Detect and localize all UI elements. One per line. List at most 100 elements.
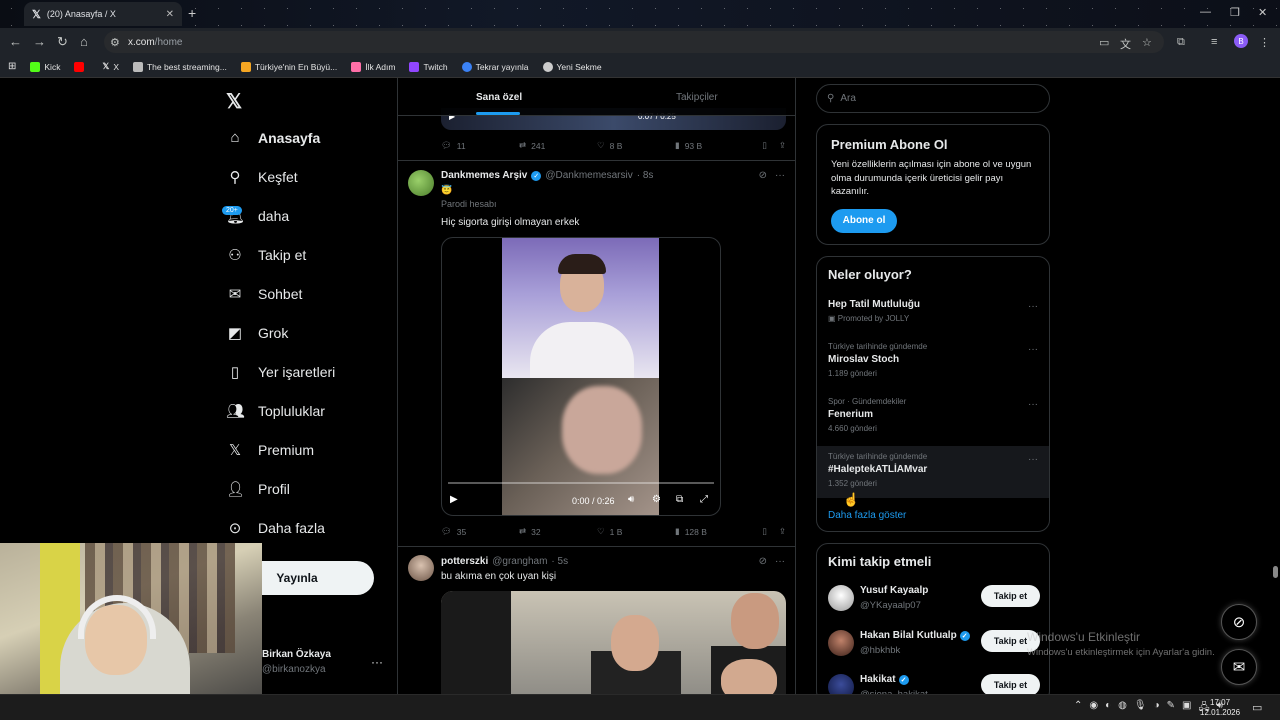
- notification-center-icon[interactable]: ▭: [1252, 701, 1262, 714]
- maximize-icon[interactable]: ❐: [1230, 6, 1240, 19]
- show-more-link[interactable]: Daha fazla göster: [828, 510, 906, 521]
- install-app-icon[interactable]: ▭: [1099, 36, 1109, 49]
- minimize-icon[interactable]: —: [1200, 6, 1211, 18]
- bookmark-icon[interactable]: ▯: [762, 140, 767, 151]
- apps-grid-icon[interactable]: ⊞: [8, 61, 16, 72]
- search-input[interactable]: ⚲ Ara: [816, 84, 1050, 113]
- nav-item-premium[interactable]: 𝕏 Premium: [226, 441, 314, 459]
- bookmark-item[interactable]: Kick: [30, 61, 60, 72]
- more-icon[interactable]: ···: [775, 170, 785, 181]
- account-switcher[interactable]: Birkan Özkaya @birkanozkya: [262, 649, 331, 675]
- like-button[interactable]: ♡ 1 B: [597, 526, 675, 537]
- like-button[interactable]: ♡ 8 B: [597, 140, 675, 151]
- tray-app-icon[interactable]: ◍: [1118, 700, 1127, 717]
- tweet-handle[interactable]: @Dankmemesarsiv: [545, 170, 632, 181]
- bookmark-item[interactable]: Twitch: [409, 61, 448, 72]
- bookmark-item[interactable]: İlk Adım: [351, 61, 395, 72]
- nav-item-bookmarks[interactable]: ▯ Yer işaretleri: [226, 363, 335, 381]
- forward-icon[interactable]: →: [33, 34, 46, 49]
- new-tab-icon[interactable]: +: [188, 5, 196, 21]
- home-button-icon[interactable]: ⌂: [80, 34, 88, 49]
- views-button[interactable]: ▮ 128 B: [675, 526, 757, 537]
- window-close-icon[interactable]: ✕: [1258, 6, 1267, 19]
- avatar[interactable]: [408, 555, 434, 581]
- more-icon[interactable]: ···: [1028, 344, 1038, 355]
- nav-item-communities[interactable]: 👥︎ Topluluklar: [226, 402, 325, 420]
- fullscreen-icon[interactable]: ⤢: [700, 494, 708, 505]
- reply-button[interactable]: 💬︎ 35: [441, 526, 519, 537]
- grok-icon[interactable]: ⊘: [759, 170, 767, 181]
- subscribe-button[interactable]: Abone ol: [831, 208, 897, 233]
- tweet-image[interactable]: [441, 591, 786, 694]
- bookmark-item[interactable]: Yeni Sekme: [542, 61, 602, 72]
- microphone-icon[interactable]: 🎙︎: [1134, 700, 1147, 717]
- follow-suggestion[interactable]: Yusuf Kayaalp @YKayaalp07 Takip et: [828, 585, 1040, 619]
- follow-suggestion[interactable]: Hakan Bilal Kutlualp ✓ @hbkhbk Takip et: [828, 630, 1040, 664]
- tab-following[interactable]: Takipçiler: [676, 92, 718, 103]
- clock[interactable]: 17:07 12.01.2026: [1200, 698, 1240, 718]
- share-icon[interactable]: ⇪: [779, 526, 786, 537]
- follow-button[interactable]: Takip et: [981, 674, 1040, 696]
- browser-menu-icon[interactable]: ⋮: [1259, 36, 1270, 49]
- follow-button[interactable]: Takip et: [981, 585, 1040, 607]
- tray-app-icon[interactable]: ◉: [1089, 700, 1098, 717]
- x-logo-icon[interactable]: 𝕏: [226, 89, 242, 114]
- tray-app-icon[interactable]: ◑: [1154, 700, 1160, 717]
- url-bar[interactable]: x.com/home: [104, 31, 1164, 53]
- reload-icon[interactable]: ↻: [57, 34, 68, 50]
- trend-item[interactable]: Türkiye tarihinde gündemde #HaleptekATLİ…: [817, 446, 1049, 498]
- trend-item[interactable]: Spor · Gündemdekiler Fenerium 4.660 gönd…: [817, 397, 1049, 449]
- repost-button[interactable]: ⇄ 32: [519, 526, 597, 537]
- settings-icon[interactable]: ⚙: [652, 494, 661, 505]
- browser-tab[interactable]: 𝕏 (20) Anasayfa / X ✕: [24, 2, 182, 26]
- grok-fab-icon[interactable]: ⊘: [1221, 604, 1257, 640]
- avatar[interactable]: [408, 170, 434, 196]
- more-icon[interactable]: ···: [1028, 454, 1038, 465]
- tray-app-icon[interactable]: ▣: [1182, 700, 1191, 717]
- repost-button[interactable]: ⇄ 241: [519, 140, 597, 151]
- more-icon[interactable]: ···: [1028, 399, 1038, 410]
- back-icon[interactable]: ←: [9, 34, 22, 49]
- chevron-up-icon[interactable]: ⌃: [1074, 700, 1082, 717]
- tray-app-icon[interactable]: ◐: [1105, 700, 1111, 717]
- grok-icon[interactable]: ⊘: [759, 556, 767, 567]
- translate-icon[interactable]: 文: [1120, 36, 1131, 52]
- tweet-author-name[interactable]: Dankmemes Arşiv: [441, 170, 527, 181]
- site-info-icon[interactable]: ⚙: [110, 36, 120, 49]
- media-control-icon[interactable]: ≡: [1211, 36, 1217, 48]
- video-player[interactable]: ▶ 0:00 / 0:26 🔊︎ ⚙ ⧉ ⤢: [441, 237, 721, 516]
- nav-item-chat[interactable]: ✉ Sohbet: [226, 285, 303, 303]
- nav-item-grok[interactable]: ◩ Grok: [226, 324, 288, 342]
- tweet-handle[interactable]: @grangham: [492, 556, 547, 567]
- tweet-author-name[interactable]: potterszki: [441, 556, 488, 567]
- pip-icon[interactable]: ⧉: [676, 494, 683, 505]
- extensions-icon[interactable]: ⧉: [1177, 36, 1185, 49]
- nav-item-more[interactable]: ⊙ Daha fazla: [226, 519, 325, 537]
- nav-item-explore[interactable]: ⚲ Keşfet: [226, 168, 298, 186]
- more-icon[interactable]: ···: [1028, 301, 1038, 312]
- share-icon[interactable]: ⇪: [779, 140, 786, 151]
- reply-button[interactable]: 💬︎ 11: [441, 140, 519, 151]
- bookmark-star-icon[interactable]: ☆: [1142, 36, 1152, 49]
- nav-item-follow[interactable]: ⚇ Takip et: [226, 246, 306, 264]
- nav-item-home[interactable]: ⌂ Anasayfa: [226, 129, 320, 146]
- bookmark-item[interactable]: Türkiye'nin En Büyü...: [240, 61, 337, 72]
- browser-profile-avatar[interactable]: B: [1234, 34, 1248, 48]
- play-icon[interactable]: ▶: [450, 494, 458, 505]
- pen-icon[interactable]: ✎: [1167, 700, 1175, 717]
- volume-icon[interactable]: 🔊︎: [628, 494, 634, 505]
- messages-fab-icon[interactable]: ✉: [1221, 649, 1257, 685]
- nav-item-profile[interactable]: 👤︎ Profil: [226, 480, 290, 498]
- scrollbar[interactable]: [1273, 566, 1278, 578]
- trend-item[interactable]: Türkiye tarihinde gündemde Miroslav Stoc…: [817, 342, 1049, 394]
- account-more-icon[interactable]: ···: [371, 655, 383, 669]
- video-progress-bar[interactable]: [448, 482, 714, 484]
- views-button[interactable]: ▮ 93 B: [675, 140, 757, 151]
- more-icon[interactable]: ···: [775, 556, 785, 567]
- bookmark-item[interactable]: 𝕏X: [102, 61, 119, 72]
- bookmark-item[interactable]: [74, 61, 88, 72]
- tab-close-icon[interactable]: ✕: [166, 9, 174, 20]
- bookmark-item[interactable]: Tekrar yayınla: [461, 61, 529, 72]
- tab-for-you[interactable]: Sana özel: [476, 92, 522, 103]
- bookmark-icon[interactable]: ▯: [762, 526, 767, 537]
